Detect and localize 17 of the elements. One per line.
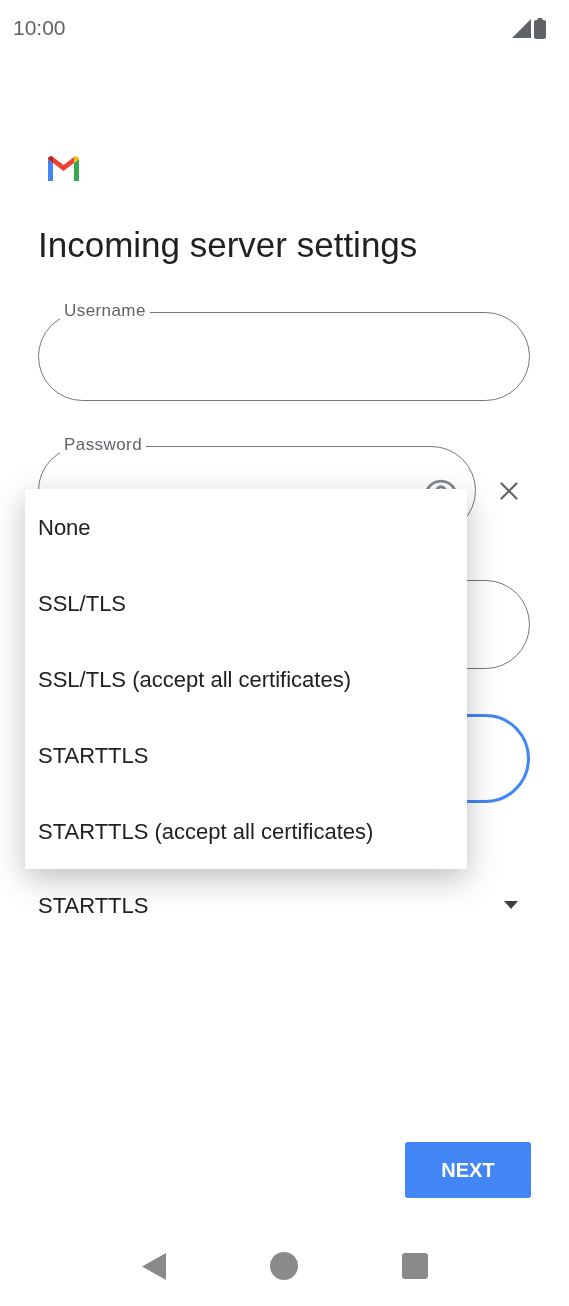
caret-icon <box>504 901 518 909</box>
recents-icon[interactable] <box>401 1253 428 1279</box>
menu-item[interactable]: STARTTLS <box>25 717 467 793</box>
menu-item[interactable]: SSL/TLS <box>25 565 467 641</box>
page-title: Incoming server settings <box>38 225 419 265</box>
field-label: Password <box>60 435 147 455</box>
mail-logo <box>46 155 81 181</box>
menu-item[interactable]: SSL/TLS (accept all certificates) <box>25 641 467 717</box>
home-icon[interactable] <box>269 1252 298 1280</box>
security-dropdown[interactable]: STARTTLS <box>38 885 518 925</box>
field-label: Username <box>60 301 150 321</box>
next-button[interactable]: NEXT <box>405 1142 531 1198</box>
menu-item[interactable]: STARTTLS (accept all certificates) <box>25 793 467 869</box>
status-time: 10:00 <box>13 15 66 42</box>
back-icon[interactable] <box>141 1252 166 1280</box>
battery-icon <box>534 17 546 39</box>
signal-icon <box>512 18 531 38</box>
